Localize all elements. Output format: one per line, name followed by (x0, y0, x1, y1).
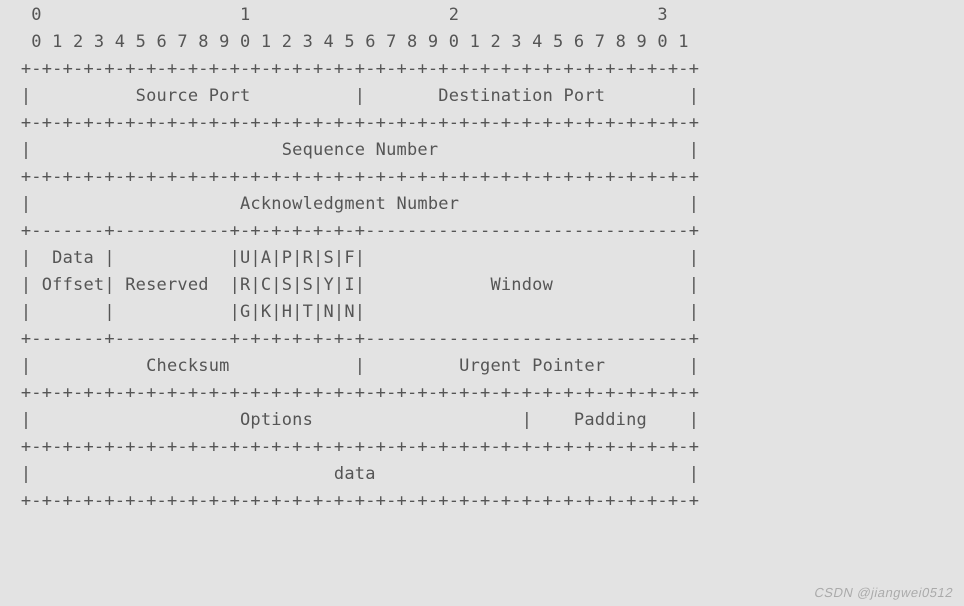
row-acknowledgment-number: | Acknowledgment Number | (0, 194, 699, 214)
row-checksum-urgent: | Checksum | Urgent Pointer | (0, 356, 699, 376)
row-source-dest-port: | Source Port | Destination Port | (0, 86, 699, 106)
bit-ruler-minor: 0 1 2 3 4 5 6 7 8 9 0 1 2 3 4 5 6 7 8 9 … (0, 32, 689, 52)
row-options-padding: | Options | Padding | (0, 410, 699, 430)
bit-ruler-major: 0 1 2 3 (0, 5, 668, 25)
divider: +-+-+-+-+-+-+-+-+-+-+-+-+-+-+-+-+-+-+-+-… (0, 59, 699, 79)
row-flags-line1: | Data | |U|A|P|R|S|F| | (0, 248, 699, 268)
row-data: | data | (0, 464, 699, 484)
row-sequence-number: | Sequence Number | (0, 140, 699, 160)
divider: +-+-+-+-+-+-+-+-+-+-+-+-+-+-+-+-+-+-+-+-… (0, 167, 699, 187)
divider: +-------+-----------+-+-+-+-+-+-+-------… (0, 221, 699, 241)
divider: +-+-+-+-+-+-+-+-+-+-+-+-+-+-+-+-+-+-+-+-… (0, 383, 699, 403)
divider: +-+-+-+-+-+-+-+-+-+-+-+-+-+-+-+-+-+-+-+-… (0, 491, 699, 511)
row-flags-line2: | Offset| Reserved |R|C|S|S|Y|I| Window … (0, 275, 699, 295)
watermark: CSDN @jiangwei0512 (813, 585, 955, 600)
divider: +-+-+-+-+-+-+-+-+-+-+-+-+-+-+-+-+-+-+-+-… (0, 437, 699, 457)
divider: +-------+-----------+-+-+-+-+-+-+-------… (0, 329, 699, 349)
row-flags-line3: | | |G|K|H|T|N|N| | (0, 302, 699, 322)
divider: +-+-+-+-+-+-+-+-+-+-+-+-+-+-+-+-+-+-+-+-… (0, 113, 699, 133)
tcp-header-diagram: 0 1 2 3 0 1 2 3 4 5 6 7 8 9 0 1 2 3 4 5 … (0, 0, 964, 515)
